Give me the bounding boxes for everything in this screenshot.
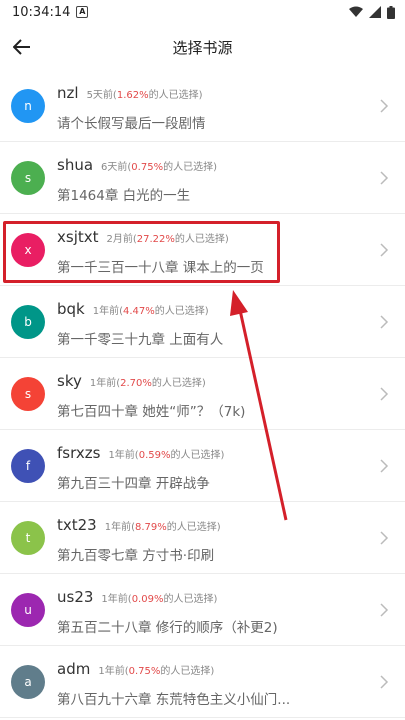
source-name: us23 [57,588,94,606]
latest-chapter: 第一千零三十九章 上面有人 [57,332,224,348]
source-row-xsjtxt[interactable]: x xsjtxt 2月前(27.22%的人已选择) 第一千三百一十八章 课本上的一… [0,214,405,286]
source-row-bqk[interactable]: b bqk 1年前(4.47%的人已选择) 第一千零三十九章 上面有人 [0,286,405,358]
source-meta: 1年前(2.70%的人已选择) [89,378,206,389]
source-name: xsjtxt [57,228,99,246]
latest-chapter: 第一千三百一十八章 课本上的一页 [57,260,264,276]
avatar: u [11,592,45,627]
latest-chapter: 第九百零七章 方寸书·印刷 [57,548,215,564]
battery-icon [387,5,395,19]
source-meta: 1年前(0.59%的人已选择) [108,450,225,461]
page-title: 选择书源 [172,38,233,57]
chevron-right-icon [380,243,389,257]
source-meta: 2月前(27.22%的人已选择) [106,234,229,245]
source-name: shua [57,156,94,174]
latest-chapter: 第九百三十四章 开辟战争 [57,476,210,492]
source-name: nzl [57,84,79,102]
status-time: 10:34:14 [12,4,71,20]
notification-a-icon: A [76,6,89,18]
avatar: b [11,304,45,339]
wifi-icon [349,6,363,17]
source-meta: 5天前(1.62%的人已选择) [86,90,203,101]
source-list: n nzl 5天前(1.62%的人已选择) 请个长假写最后一段剧情 s shua 6… [0,70,405,718]
source-meta: 6天前(0.75%的人已选择) [101,162,217,173]
source-meta: 1年前(8.79%的人已选择) [104,522,221,533]
chevron-right-icon [380,459,389,473]
source-row-fsrxzs[interactable]: f fsrxzs 1年前(0.59%的人已选择) 第九百三十四章 开辟战争 [0,430,405,502]
source-row-sky[interactable]: s sky 1年前(2.70%的人已选择) 第七百四十章 她姓“师”？（7k) [0,358,405,430]
latest-chapter: 第1464章 白光的一生 [57,188,191,204]
source-row-txt23[interactable]: t txt23 1年前(8.79%的人已选择) 第九百零七章 方寸书·印刷 [0,502,405,574]
latest-chapter: 第五百二十八章 修行的顺序（补更2) [57,620,278,636]
avatar: s [11,376,45,411]
source-name: sky [57,372,82,390]
latest-chapter: 第八百九十六章 东荒特色主义小仙门... [57,692,291,708]
status-bar: 10:34:14 A [0,0,405,24]
source-row-us23[interactable]: u us23 1年前(0.09%的人已选择) 第五百二十八章 修行的顺序（补更2) [0,574,405,646]
chevron-right-icon [380,531,389,545]
source-row-shua[interactable]: s shua 6天前(0.75%的人已选择) 第1464章 白光的一生 [0,142,405,214]
avatar: a [11,664,45,699]
source-meta: 1年前(4.47%的人已选择) [92,306,209,317]
signal-icon [369,6,381,18]
source-name: fsrxzs [57,444,101,462]
source-row-adm[interactable]: a adm 1年前(0.75%的人已选择) 第八百九十六章 东荒特色主义小仙门..… [0,646,405,718]
latest-chapter: 第七百四十章 她姓“师”？（7k) [57,404,246,420]
latest-chapter: 请个长假写最后一段剧情 [57,116,206,132]
chevron-right-icon [380,315,389,329]
source-name: bqk [57,300,85,318]
avatar: t [11,520,45,555]
chevron-right-icon [380,171,389,185]
avatar: s [11,160,45,195]
chevron-right-icon [380,675,389,689]
avatar: x [11,232,45,267]
avatar: n [11,88,45,123]
chevron-right-icon [380,603,389,617]
source-meta: 1年前(0.75%的人已选择) [98,666,215,677]
chevron-right-icon [380,387,389,401]
back-button[interactable] [10,35,34,59]
arrow-left-icon [13,39,30,55]
source-name: adm [57,660,91,678]
source-name: txt23 [57,516,97,534]
chevron-right-icon [380,99,389,113]
avatar: f [11,448,45,483]
app-bar: 选择书源 [0,24,405,70]
source-meta: 1年前(0.09%的人已选择) [101,594,218,605]
source-row-nzl[interactable]: n nzl 5天前(1.62%的人已选择) 请个长假写最后一段剧情 [0,70,405,142]
